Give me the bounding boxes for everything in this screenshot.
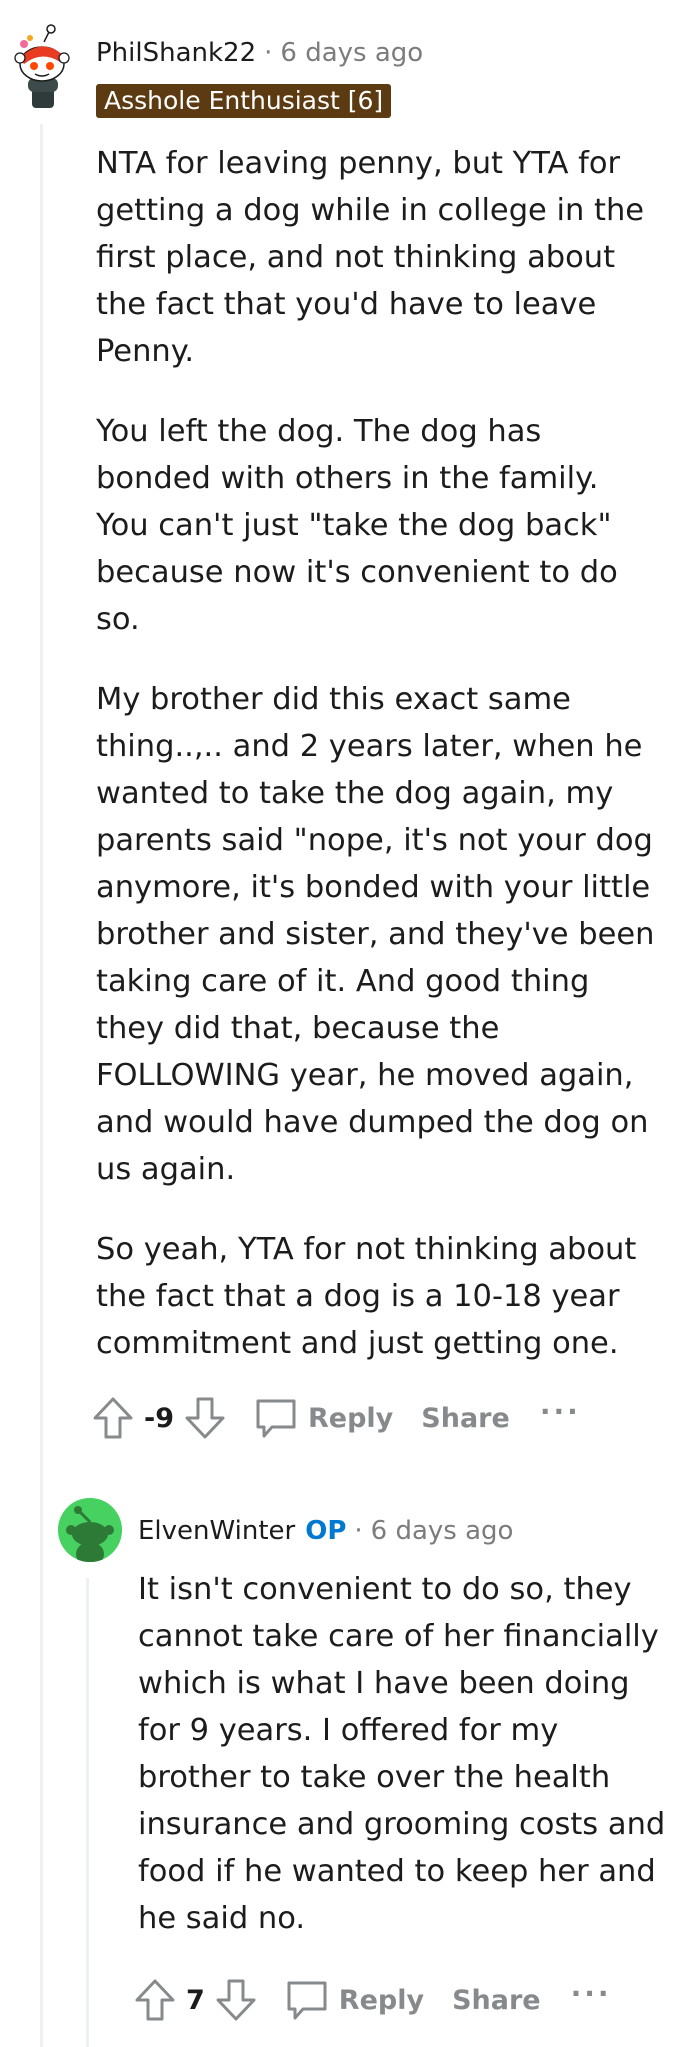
upvote-arrow-icon xyxy=(93,1397,133,1439)
downvote-arrow-icon xyxy=(185,1397,225,1439)
user-flair: Asshole Enthusiast [6] xyxy=(96,84,392,118)
comment-actions: 7 Reply Share ··· xyxy=(134,1975,612,2025)
comment-paragraph: NTA for leaving penny, but YTA for getti… xyxy=(96,146,645,369)
comment-meta: PhilShank22 · 6 days ago xyxy=(96,38,423,68)
snoo-avatar-green-icon xyxy=(58,1498,122,1562)
upvote-button[interactable] xyxy=(134,1978,176,2022)
comment-body: It isn't convenient to do so, they canno… xyxy=(138,1566,668,1942)
vote-score: -9 xyxy=(144,1402,174,1434)
reply-button[interactable]: Reply xyxy=(254,1396,393,1440)
downvote-button[interactable] xyxy=(215,1978,257,2022)
comment-meta: ElvenWinter OP · 6 days ago xyxy=(138,1516,513,1546)
comment-timestamp[interactable]: 6 days ago xyxy=(280,38,423,68)
share-button[interactable]: Share xyxy=(452,1985,541,2016)
comment-paragraph: My brother did this exact same thing..,.… xyxy=(96,682,655,1187)
more-options-button[interactable]: ··· xyxy=(571,1977,612,2010)
vote-score: 7 xyxy=(186,1984,205,2016)
comment-actions: -9 Reply Share ··· xyxy=(92,1393,581,1443)
reply-button[interactable]: Reply xyxy=(285,1978,424,2022)
upvote-arrow-icon xyxy=(135,1979,175,2021)
more-options-button[interactable]: ··· xyxy=(540,1395,581,1428)
share-button[interactable]: Share xyxy=(421,1403,510,1434)
comment-paragraph: You left the dog. The dog has bonded wit… xyxy=(96,414,618,637)
comment-paragraph: It isn't convenient to do so, they canno… xyxy=(138,1572,666,1936)
upvote-button[interactable] xyxy=(92,1396,134,1440)
author-name[interactable]: PhilShank22 xyxy=(96,38,256,68)
comment-paragraph: So yeah, YTA for not thinking about the … xyxy=(96,1232,637,1361)
downvote-button[interactable] xyxy=(184,1396,226,1440)
comment-bubble-icon xyxy=(287,1981,327,2020)
author-name[interactable]: ElvenWinter xyxy=(138,1516,295,1546)
comment-bubble-icon xyxy=(256,1399,296,1438)
downvote-arrow-icon xyxy=(216,1979,256,2021)
comment-philshank22: PhilShank22 · 6 days ago Asshole Enthusi… xyxy=(0,0,700,1460)
meta-separator: · xyxy=(264,38,273,68)
comment-elvenwinter: ElvenWinter OP · 6 days ago It isn't con… xyxy=(0,1490,700,2047)
op-badge: OP xyxy=(305,1516,347,1546)
user-avatar[interactable] xyxy=(10,20,74,112)
meta-separator: · xyxy=(354,1516,363,1546)
comment-body: NTA for leaving penny, but YTA for getti… xyxy=(96,140,656,1367)
reply-label: Reply xyxy=(308,1402,394,1434)
user-avatar[interactable] xyxy=(58,1498,122,1562)
comment-timestamp[interactable]: 6 days ago xyxy=(371,1516,514,1546)
reply-label: Reply xyxy=(338,1984,425,2016)
snoo-avatar-red-hat-icon xyxy=(14,24,70,108)
